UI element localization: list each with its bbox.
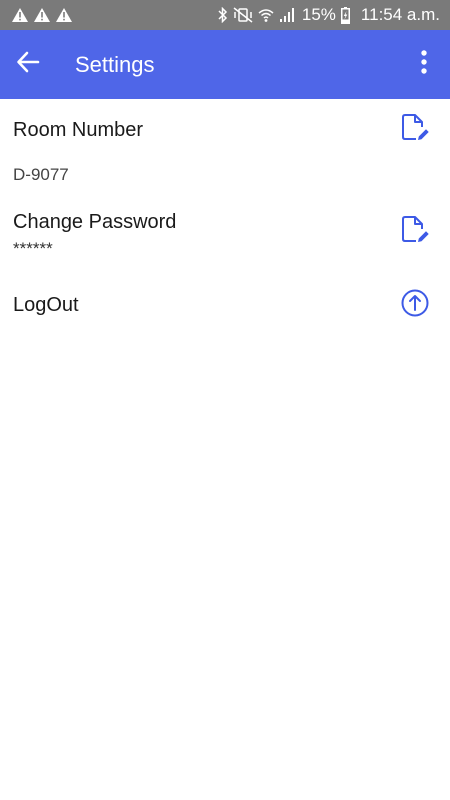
status-bar: 15% 11:54 a.m. bbox=[0, 0, 450, 30]
upload-circle-icon bbox=[401, 289, 429, 322]
arrow-back-icon bbox=[16, 50, 40, 79]
change-password-row: Change Password ****** bbox=[0, 201, 450, 283]
page-title: Settings bbox=[75, 51, 155, 77]
room-number-label: Room Number bbox=[13, 119, 144, 141]
more-vert-icon bbox=[421, 50, 427, 79]
battery-charging-icon bbox=[340, 6, 350, 24]
clock: 11:54 a.m. bbox=[360, 5, 440, 24]
back-button[interactable] bbox=[0, 30, 56, 99]
logout-row[interactable]: LogOut bbox=[0, 283, 450, 343]
password-value: ****** bbox=[13, 239, 53, 258]
battery-percent: 15% bbox=[301, 5, 336, 24]
edit-password-button[interactable] bbox=[398, 215, 432, 249]
wifi-icon bbox=[258, 7, 274, 23]
logout-button[interactable] bbox=[398, 288, 432, 322]
warning-icon bbox=[56, 8, 72, 22]
signal-icon bbox=[279, 7, 295, 23]
warning-icon bbox=[34, 8, 50, 22]
edit-room-number-button[interactable] bbox=[398, 113, 432, 147]
warning-icon bbox=[12, 8, 28, 22]
status-system: 15% 11:54 a.m. bbox=[218, 5, 440, 25]
room-number-value: D-9077 bbox=[13, 165, 69, 184]
logout-label: LogOut bbox=[13, 294, 79, 316]
app-bar: Settings bbox=[0, 30, 450, 99]
settings-list: Room Number D-9077 Change Password *****… bbox=[0, 99, 450, 343]
vibrate-mute-icon bbox=[233, 7, 253, 23]
edit-document-icon bbox=[400, 113, 430, 148]
bluetooth-icon bbox=[218, 7, 228, 23]
status-notifications bbox=[12, 8, 72, 22]
change-password-label: Change Password bbox=[13, 211, 177, 233]
room-number-row: Room Number D-9077 bbox=[0, 99, 450, 201]
more-options-button[interactable] bbox=[404, 30, 444, 99]
edit-document-icon bbox=[400, 215, 430, 250]
